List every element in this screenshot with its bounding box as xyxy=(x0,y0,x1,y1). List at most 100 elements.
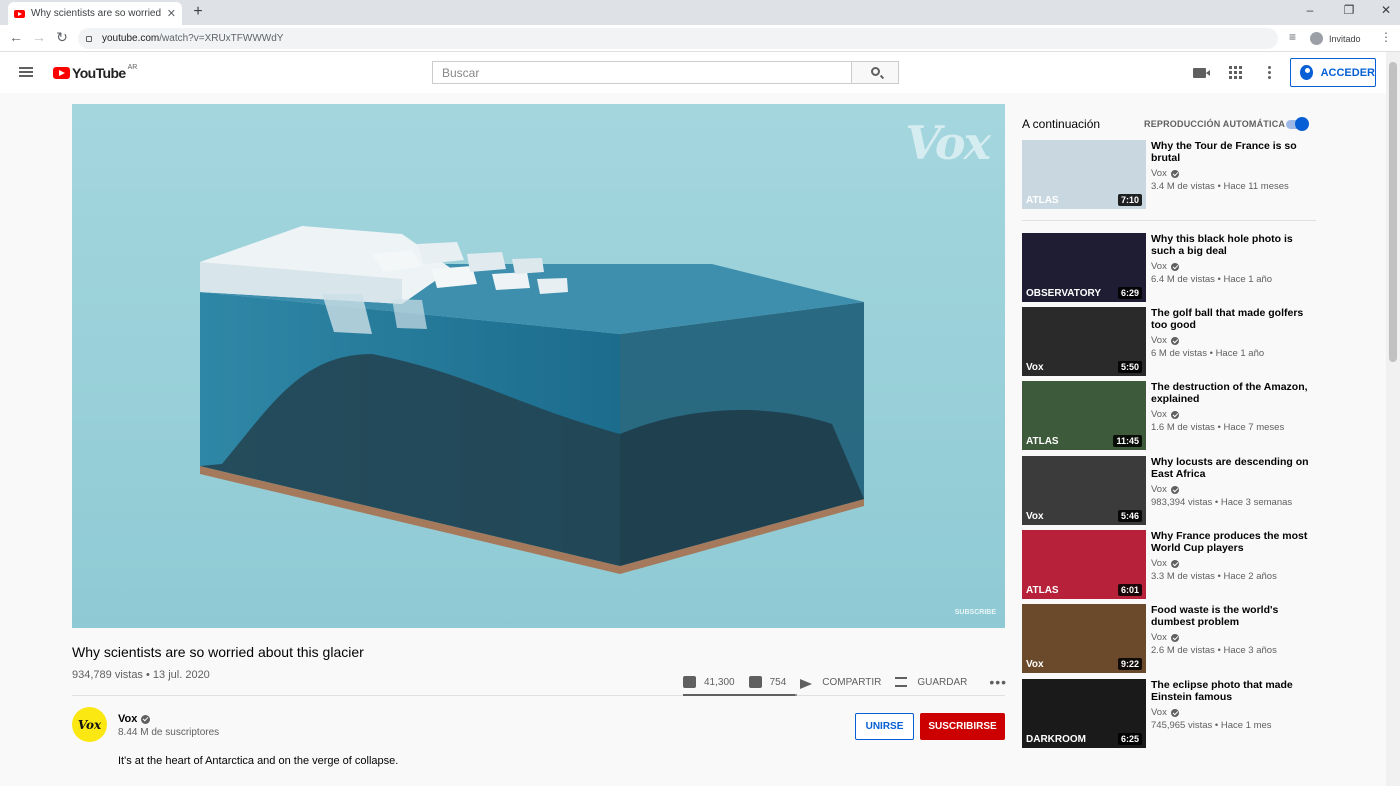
video-thumbnail[interactable]: ATLAS 7:10 xyxy=(1022,140,1146,209)
recommended-channel-row[interactable]: Vox xyxy=(1151,168,1179,179)
recommended-stats: 983,394 vistas • Hace 3 semanas xyxy=(1151,497,1293,508)
page-scrollbar[interactable] xyxy=(1386,52,1400,786)
like-button[interactable]: 41,300 xyxy=(683,676,735,688)
tab-title: Why scientists are so worried ab xyxy=(31,8,163,19)
channel-name-row[interactable]: Vox xyxy=(118,713,151,725)
search-button[interactable] xyxy=(851,61,899,84)
share-button[interactable]: COMPARTIR xyxy=(800,677,881,689)
recommended-title[interactable]: The eclipse photo that made Einstein fam… xyxy=(1151,679,1311,703)
verified-icon xyxy=(1170,633,1179,642)
recommended-title[interactable]: Why locusts are descending on East Afric… xyxy=(1151,456,1311,480)
up-next-label: A continuación xyxy=(1022,117,1101,131)
browser-tab[interactable]: Why scientists are so worried ab ✕ xyxy=(8,2,182,25)
profile-avatar-icon xyxy=(1310,32,1323,45)
sign-in-button[interactable]: ACCEDER xyxy=(1290,58,1376,87)
subscribe-button[interactable]: SUSCRIBIRSE xyxy=(920,713,1005,740)
toggle-knob xyxy=(1295,117,1309,131)
subscribe-watermark[interactable]: SUBSCRIBE xyxy=(955,609,996,616)
verified-icon xyxy=(1170,708,1179,717)
recommended-channel: Vox xyxy=(1151,335,1167,346)
recommended-channel-row[interactable]: Vox xyxy=(1151,558,1179,569)
thumbnail-series-label: ATLAS xyxy=(1026,436,1059,447)
thumbnail-series-label: ATLAS xyxy=(1026,195,1059,206)
recommended-stats: 6.4 M de vistas • Hace 1 año xyxy=(1151,274,1273,285)
recommended-video[interactable]: ATLAS 6:01 Why France produces the most Wo… xyxy=(1022,530,1322,600)
verified-icon xyxy=(1170,485,1179,494)
dislike-button[interactable]: 754 xyxy=(748,676,786,688)
verified-icon xyxy=(1170,262,1179,271)
recommended-video[interactable]: Vox 5:50 The golf ball that made golfers t… xyxy=(1022,307,1322,377)
recommended-title[interactable]: Why this black hole photo is such a big … xyxy=(1151,233,1311,257)
recommended-stats: 3.4 M de vistas • Hace 11 meses xyxy=(1151,181,1289,192)
recommended-video[interactable]: Vox 5:46 Why locusts are descending on Eas… xyxy=(1022,456,1322,526)
join-button[interactable]: UNIRSE xyxy=(855,713,914,740)
close-tab-icon[interactable]: ✕ xyxy=(167,7,176,20)
apps-grid-icon[interactable] xyxy=(1229,66,1242,79)
recommended-channel-row[interactable]: Vox xyxy=(1151,632,1179,643)
recommended-channel: Vox xyxy=(1151,484,1167,495)
reading-list-icon[interactable]: ≡ xyxy=(1289,30,1296,44)
upload-date: 13 jul. 2020 xyxy=(152,669,210,681)
channel-avatar[interactable]: Vox xyxy=(72,707,107,742)
recommended-channel-row[interactable]: Vox xyxy=(1151,484,1179,495)
video-thumbnail[interactable]: ATLAS 6:01 xyxy=(1022,530,1146,599)
close-window-button[interactable]: ✕ xyxy=(1376,3,1396,17)
recommended-video[interactable]: OBSERVATORY 6:29 Why this black hole photo… xyxy=(1022,233,1322,303)
thumbnail-series-label: Vox xyxy=(1026,362,1044,373)
video-thumbnail[interactable]: Vox 9:22 xyxy=(1022,604,1146,673)
recommended-title[interactable]: The golf ball that made golfers too good xyxy=(1151,307,1311,331)
recommended-title[interactable]: Food waste is the world's dumbest proble… xyxy=(1151,604,1311,628)
recommended-channel-row[interactable]: Vox xyxy=(1151,409,1179,420)
menu-hamburger-icon[interactable] xyxy=(19,67,33,77)
lock-icon xyxy=(86,35,92,42)
forward-arrow-icon[interactable]: → xyxy=(30,29,48,45)
recommended-video[interactable]: ATLAS 11:45 The destruction of the Amazon,… xyxy=(1022,381,1322,451)
verified-icon xyxy=(141,714,151,724)
browser-toolbar: ← → ↻ youtube.com/watch?v=XRUxTFWWWdY ≡ … xyxy=(0,25,1400,52)
scrollbar-thumb[interactable] xyxy=(1389,62,1397,362)
address-bar[interactable]: youtube.com/watch?v=XRUxTFWWWdY xyxy=(78,28,1278,49)
youtube-logo[interactable]: YouTube AR xyxy=(53,64,137,81)
recommended-title[interactable]: The destruction of the Amazon, explained xyxy=(1151,381,1311,405)
new-tab-button[interactable]: + xyxy=(190,3,206,21)
recommended-title[interactable]: Why France produces the most World Cup p… xyxy=(1151,530,1311,554)
video-thumbnail[interactable]: Vox 5:46 xyxy=(1022,456,1146,525)
browser-menu-icon[interactable]: ⋮ xyxy=(1380,30,1392,44)
url-path: /watch?v=XRUxTFWWWdY xyxy=(159,33,284,44)
recommended-video[interactable]: Vox 9:22 Food waste is the world's dumbest… xyxy=(1022,604,1322,674)
verified-icon xyxy=(1170,169,1179,178)
video-description: It's at the heart of Antarctica and on t… xyxy=(118,755,399,767)
recommended-channel-row[interactable]: Vox xyxy=(1151,261,1179,272)
save-button[interactable]: GUARDAR xyxy=(895,677,967,688)
video-player[interactable]: Vox SUBSCRIBE xyxy=(72,104,1005,628)
video-thumbnail[interactable]: Vox 5:50 xyxy=(1022,307,1146,376)
settings-dots-icon[interactable] xyxy=(1268,66,1272,81)
recommended-channel: Vox xyxy=(1151,558,1167,569)
back-arrow-icon[interactable]: ← xyxy=(7,29,25,45)
autoplay-toggle[interactable] xyxy=(1284,117,1310,131)
video-duration: 5:50 xyxy=(1117,361,1142,373)
recommended-channel-row[interactable]: Vox xyxy=(1151,335,1179,346)
youtube-header: YouTube AR Buscar ACCEDER xyxy=(0,52,1386,93)
minimize-button[interactable]: – xyxy=(1300,3,1320,17)
video-thumbnail[interactable]: DARKROOM 6:25 xyxy=(1022,679,1146,748)
recommended-channel-row[interactable]: Vox xyxy=(1151,707,1179,718)
vox-watermark: Vox xyxy=(905,116,991,170)
profile-button[interactable]: Invitado xyxy=(1310,29,1361,48)
recommended-stats: 745,965 vistas • Hace 1 mes xyxy=(1151,720,1272,731)
save-label: GUARDAR xyxy=(917,676,968,688)
video-thumbnail[interactable]: ATLAS 11:45 xyxy=(1022,381,1146,450)
reload-icon[interactable]: ↻ xyxy=(53,29,71,46)
recommended-video[interactable]: ATLAS 7:10 Why the Tour de France is so br… xyxy=(1022,140,1322,210)
video-duration: 6:29 xyxy=(1117,287,1142,299)
recommended-title[interactable]: Why the Tour de France is so brutal xyxy=(1151,140,1311,164)
up-next-separator xyxy=(1022,220,1316,221)
video-duration: 5:46 xyxy=(1117,510,1142,522)
recommended-video[interactable]: DARKROOM 6:25 The eclipse photo that made … xyxy=(1022,679,1322,749)
maximize-button[interactable]: ❐ xyxy=(1339,3,1359,17)
create-video-icon[interactable] xyxy=(1193,68,1210,78)
video-thumbnail[interactable]: OBSERVATORY 6:29 xyxy=(1022,233,1146,302)
more-actions-icon[interactable]: ••• xyxy=(989,674,1007,690)
search-input[interactable]: Buscar xyxy=(432,61,852,84)
thumbnail-series-label: ATLAS xyxy=(1026,585,1059,596)
